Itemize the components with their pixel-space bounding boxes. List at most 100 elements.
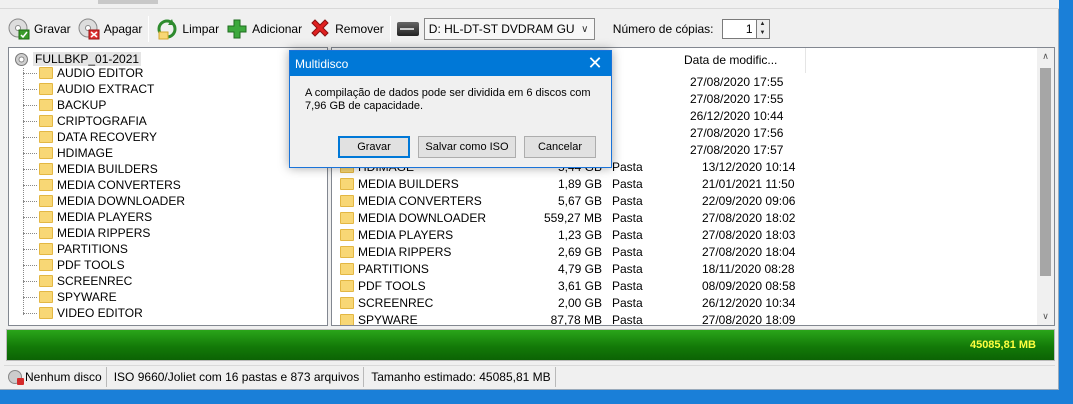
list-row[interactable]: MEDIA DOWNLOADER 559,27 MB Pasta 27/08/2020…	[332, 209, 1032, 226]
tree-item[interactable]: BACKUP	[23, 97, 106, 113]
scroll-down-icon[interactable]: ∨	[1037, 308, 1054, 325]
list-type-cell: Pasta	[612, 227, 643, 242]
tree-connector	[23, 168, 37, 170]
tree-item[interactable]: HDIMAGE	[23, 145, 113, 161]
tree-connector	[23, 184, 37, 186]
copies-value: 1	[745, 22, 753, 36]
add-button[interactable]: Adicionar	[222, 14, 305, 44]
tree-item[interactable]: VIDEO EDITOR	[23, 305, 143, 321]
list-row[interactable]: PDF TOOLS 3,61 GB Pasta 08/09/2020 08:58	[332, 277, 1032, 294]
tree-item-label: HDIMAGE	[57, 146, 114, 160]
folder-icon	[39, 211, 53, 223]
copies-input[interactable]: 1	[721, 19, 757, 39]
drive-select[interactable]: D: HL-DT-ST DVDRAM GUE1N ∨	[423, 18, 595, 40]
tree-item-label: MEDIA PLAYERS	[57, 210, 153, 224]
list-date-cell: 27/08/2020 17:55	[690, 92, 784, 106]
tree-item[interactable]: MEDIA CONVERTERS	[23, 177, 181, 193]
tree-item[interactable]: AUDIO EXTRACT	[23, 81, 154, 97]
folder-tree[interactable]: FULLBKP_01-2021 AUDIO EDITOR AUDIO EXTRAC…	[8, 47, 328, 326]
dialog-message: A compilação de dados pode ser dividida …	[305, 87, 591, 112]
list-row[interactable]: MEDIA CONVERTERS 5,67 GB Pasta 22/09/2020 0…	[332, 192, 1032, 209]
column-header-modified[interactable]: Data de modific...	[678, 48, 806, 73]
tree-item-label: AUDIO EDITOR	[57, 66, 144, 80]
list-row[interactable]: PARTITIONS 4,79 GB Pasta 18/11/2020 08:28	[332, 260, 1032, 277]
tree-connector	[23, 296, 37, 298]
erase-button[interactable]: Apagar	[74, 14, 146, 44]
erase-label: Apagar	[103, 22, 143, 36]
tree-item[interactable]: MEDIA BUILDERS	[23, 161, 158, 177]
list-row[interactable]: SPYWARE 87,78 MB Pasta 27/08/2020 18:09	[332, 311, 1032, 326]
tree-item[interactable]: CRIPTOGRAFIA	[23, 113, 147, 129]
folder-icon	[340, 211, 354, 224]
tree-item-label: VIDEO EDITOR	[57, 306, 143, 320]
no-disc-icon	[8, 369, 24, 385]
dialog-title: Multidisco	[295, 56, 349, 71]
tree-item-label: BACKUP	[57, 98, 107, 112]
scrollbar-thumb[interactable]	[1040, 68, 1051, 276]
capacity-bar: 45085,81 MB	[6, 329, 1055, 361]
status-size: Tamanho estimado: 45085,81 MB	[367, 366, 556, 387]
dialog-titlebar: Multidisco ✕	[290, 51, 611, 76]
list-size-cell: 559,27 MB	[543, 210, 602, 225]
scroll-up-icon[interactable]: ∧	[1037, 48, 1054, 65]
list-size-cell: 2,00 GB	[557, 295, 602, 310]
save-iso-button[interactable]: Salvar como ISO	[418, 136, 516, 158]
tree-item[interactable]: MEDIA RIPPERS	[23, 225, 150, 241]
status-disc-text: Nenhum disco	[25, 369, 102, 384]
tree-item[interactable]: PARTITIONS	[23, 241, 128, 257]
list-row[interactable]: MEDIA RIPPERS 2,69 GB Pasta 27/08/2020 18:0…	[332, 243, 1032, 260]
tree-item[interactable]: MEDIA PLAYERS	[23, 209, 152, 225]
burn-disc-icon	[7, 17, 31, 41]
list-row[interactable]: MEDIA PLAYERS 1,23 GB Pasta 27/08/2020 18:0…	[332, 226, 1032, 243]
list-size-cell: 1,89 GB	[557, 176, 602, 191]
folder-icon	[340, 296, 354, 309]
remove-label: Remover	[335, 22, 384, 36]
list-type-cell: Pasta	[612, 261, 643, 276]
tree-item[interactable]: AUDIO EDITOR	[23, 65, 143, 81]
tree-item-label: MEDIA DOWNLOADER	[57, 194, 186, 208]
tree-connector	[23, 88, 37, 90]
list-date-cell: 22/09/2020 09:06	[702, 193, 796, 208]
list-size-cell: 1,23 GB	[557, 227, 602, 242]
tree-item[interactable]: SPYWARE	[23, 289, 117, 305]
clear-button[interactable]: Limpar	[152, 14, 222, 44]
remove-button[interactable]: Remover	[305, 14, 387, 44]
list-row[interactable]: MEDIA BUILDERS 1,89 GB Pasta 21/01/2021 11:…	[332, 175, 1032, 192]
folder-icon	[39, 163, 53, 175]
refresh-icon	[155, 17, 179, 41]
tree-connector	[23, 232, 37, 234]
tree-item[interactable]: SCREENREC	[23, 273, 132, 289]
tree-item-label: PARTITIONS	[57, 242, 128, 256]
spin-down-icon[interactable]: ▼	[757, 29, 769, 38]
dialog-burn-button[interactable]: Gravar	[338, 136, 410, 158]
list-size-cell: 4,79 GB	[557, 261, 602, 276]
tree-item-label: SCREENREC	[57, 274, 133, 288]
tree-item[interactable]: MEDIA DOWNLOADER	[23, 193, 185, 209]
list-scrollbar[interactable]: ∧ ∨	[1037, 48, 1054, 325]
folder-icon	[340, 262, 354, 275]
list-name-cell: SPYWARE	[358, 312, 418, 326]
tree-item-label: DATA RECOVERY	[57, 130, 158, 144]
copies-spinner[interactable]: ▲ ▼	[756, 19, 770, 39]
status-format-text: ISO 9660/Joliet com 16 pastas e 873 arqu…	[113, 369, 360, 384]
list-name-cell: MEDIA BUILDERS	[358, 176, 459, 191]
tree-connector	[23, 152, 37, 154]
folder-icon	[39, 243, 53, 255]
folder-icon	[39, 147, 53, 159]
tree-item[interactable]: PDF TOOLS	[23, 257, 125, 273]
list-type-cell: Pasta	[612, 244, 643, 259]
tree-item[interactable]: DATA RECOVERY	[23, 129, 157, 145]
list-date-cell: 26/12/2020 10:34	[702, 295, 796, 310]
list-size-cell: 2,69 GB	[557, 244, 602, 259]
cancel-button[interactable]: Cancelar	[524, 136, 596, 158]
status-disc: Nenhum disco	[4, 366, 107, 387]
list-name-cell: SCREENREC	[358, 295, 434, 310]
folder-icon	[39, 115, 53, 127]
spin-up-icon[interactable]: ▲	[757, 20, 769, 29]
folder-icon	[39, 131, 53, 143]
list-name-cell: MEDIA DOWNLOADER	[358, 210, 487, 225]
tree-connector	[23, 72, 37, 74]
list-row[interactable]: SCREENREC 2,00 GB Pasta 26/12/2020 10:34	[332, 294, 1032, 311]
burn-button[interactable]: Gravar	[4, 14, 74, 44]
close-icon[interactable]: ✕	[579, 51, 611, 76]
